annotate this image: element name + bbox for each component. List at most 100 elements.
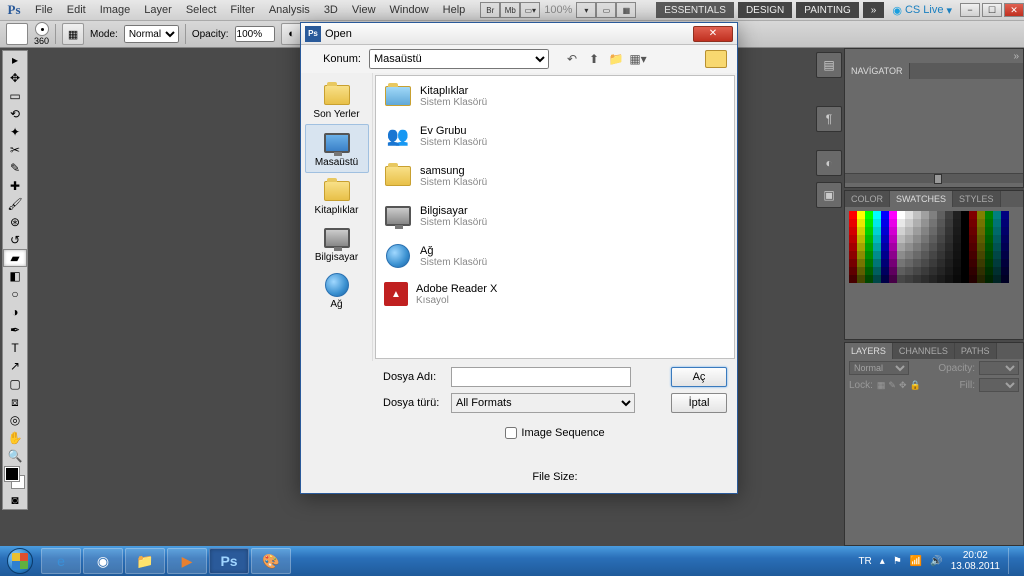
layer-fill-input[interactable]: [979, 378, 1019, 392]
history-brush-tool-icon[interactable]: ↺: [3, 231, 27, 249]
navigator-zoom-slider[interactable]: [845, 173, 1023, 183]
task-chrome[interactable]: ◉: [83, 548, 123, 574]
workspace-essentials[interactable]: ESSENTIALS: [656, 2, 734, 18]
color-swatches[interactable]: [3, 465, 27, 491]
lock-position-icon[interactable]: ✥: [899, 380, 907, 391]
lock-pixels-icon[interactable]: ✎: [888, 380, 896, 391]
collapse-toolbox-icon[interactable]: ▸: [3, 51, 27, 69]
list-item[interactable]: ▲ Adobe Reader XKısayol: [376, 276, 734, 312]
eyedropper-tool-icon[interactable]: ✎: [3, 159, 27, 177]
swatches-tab[interactable]: SWATCHES: [890, 191, 953, 207]
layers-tab[interactable]: LAYERS: [845, 343, 893, 359]
menu-filter[interactable]: Filter: [223, 4, 261, 16]
zoom-level[interactable]: 100%: [540, 4, 576, 16]
screenmode-icon[interactable]: ▭▾: [520, 2, 540, 18]
lock-transparency-icon[interactable]: ▦: [877, 380, 886, 391]
brush-panel-icon[interactable]: ▦: [62, 23, 84, 45]
list-item[interactable]: samsungSistem Klasörü: [376, 156, 734, 196]
lasso-tool-icon[interactable]: ⟲: [3, 105, 27, 123]
mini-character-icon[interactable]: ¶: [816, 106, 842, 132]
tray-volume-icon[interactable]: 🔊: [930, 556, 942, 567]
bridge-icon[interactable]: Br: [480, 2, 500, 18]
menu-window[interactable]: Window: [383, 4, 436, 16]
opacity-input[interactable]: [235, 26, 275, 42]
window-minimize-icon[interactable]: −: [960, 3, 980, 17]
foreground-swatch[interactable]: [5, 467, 19, 481]
mini-histogram-icon[interactable]: ▤: [816, 52, 842, 78]
workspace-painting[interactable]: PAINTING: [796, 2, 858, 18]
back-icon[interactable]: ↶: [563, 50, 581, 68]
place-computer[interactable]: Bilgisayar: [305, 220, 369, 267]
cancel-button[interactable]: İptal: [671, 393, 727, 413]
menu-analysis[interactable]: Analysis: [262, 4, 317, 16]
stamp-tool-icon[interactable]: ⊛: [3, 213, 27, 231]
camera-tool-icon[interactable]: ◎: [3, 411, 27, 429]
task-paint[interactable]: 🎨: [251, 548, 291, 574]
color-tab[interactable]: COLOR: [845, 191, 890, 207]
wand-tool-icon[interactable]: ✦: [3, 123, 27, 141]
blend-mode-select[interactable]: Normal: [124, 25, 179, 43]
layer-opacity-input[interactable]: [979, 361, 1019, 375]
3d-tool-icon[interactable]: ⧈: [3, 393, 27, 411]
place-network[interactable]: Ağ: [305, 267, 369, 314]
mini-masks-icon[interactable]: ▣: [816, 182, 842, 208]
window-close-icon[interactable]: ✕: [1004, 3, 1024, 17]
paths-tab[interactable]: PATHS: [955, 343, 997, 359]
arrange-icon[interactable]: ▭: [596, 2, 616, 18]
menu-3d[interactable]: 3D: [317, 4, 345, 16]
task-explorer[interactable]: 📁: [125, 548, 165, 574]
menu-select[interactable]: Select: [179, 4, 224, 16]
panel-collapse-arrows-icon[interactable]: »: [845, 49, 1023, 63]
dialog-close-icon[interactable]: ✕: [693, 26, 733, 42]
hand-tool-icon[interactable]: ✋: [3, 429, 27, 447]
eraser-tool-icon[interactable]: ▰: [3, 249, 27, 267]
file-list[interactable]: KitaplıklarSistem Klasörü 👥 Ev GrubuSist…: [375, 75, 735, 359]
brush-tool-icon[interactable]: 🖌: [3, 195, 27, 213]
brush-preset-picker[interactable]: 360: [34, 22, 49, 46]
cs-live-button[interactable]: ◉CS Live▾: [886, 4, 958, 17]
filetype-select[interactable]: All Formats: [451, 393, 635, 413]
gradient-tool-icon[interactable]: ◧: [3, 267, 27, 285]
show-desktop-button[interactable]: [1008, 548, 1016, 574]
crop-tool-icon[interactable]: ✂: [3, 141, 27, 159]
zoom-dropdown-icon[interactable]: ▾: [576, 2, 596, 18]
tray-network-icon[interactable]: 📶: [910, 556, 922, 567]
list-item[interactable]: 👥 Ev GrubuSistem Klasörü: [376, 116, 734, 156]
navigator-tab[interactable]: NAVİGATOR: [845, 63, 910, 79]
workspace-design[interactable]: DESIGN: [738, 2, 792, 18]
image-sequence-checkbox[interactable]: [505, 427, 517, 439]
list-item[interactable]: KitaplıklarSistem Klasörü: [376, 76, 734, 116]
task-photoshop[interactable]: Ps: [209, 548, 249, 574]
extras-icon[interactable]: ▦: [616, 2, 636, 18]
pen-tool-icon[interactable]: ✒: [3, 321, 27, 339]
view-menu-icon[interactable]: ▦▾: [629, 50, 647, 68]
place-libraries[interactable]: Kitaplıklar: [305, 173, 369, 220]
zoom-tool-icon[interactable]: 🔍: [3, 447, 27, 465]
tray-lang[interactable]: TR: [858, 556, 871, 567]
workspace-more[interactable]: »: [863, 2, 885, 18]
channels-tab[interactable]: CHANNELS: [893, 343, 955, 359]
quickmask-icon[interactable]: ◙: [3, 491, 27, 509]
marquee-tool-icon[interactable]: ▭: [3, 87, 27, 105]
type-tool-icon[interactable]: T: [3, 339, 27, 357]
layer-blend-mode-select[interactable]: Normal: [849, 361, 909, 375]
task-mediaplayer[interactable]: ▶: [167, 548, 207, 574]
mini-adjustments-icon[interactable]: ◐: [816, 150, 842, 176]
menu-view[interactable]: View: [345, 4, 383, 16]
location-select[interactable]: Masaüstü: [369, 49, 549, 69]
open-button[interactable]: Aç: [671, 367, 727, 387]
start-button[interactable]: [0, 546, 40, 576]
dialog-titlebar[interactable]: Ps Open ✕: [301, 23, 737, 45]
menu-file[interactable]: File: [28, 4, 60, 16]
path-tool-icon[interactable]: ↗: [3, 357, 27, 375]
list-item[interactable]: AğSistem Klasörü: [376, 236, 734, 276]
healing-tool-icon[interactable]: ✚: [3, 177, 27, 195]
menu-layer[interactable]: Layer: [137, 4, 179, 16]
favorites-icon[interactable]: [705, 50, 727, 68]
tray-clock[interactable]: 20:02 13.08.2011: [951, 550, 1000, 572]
filename-input[interactable]: [451, 367, 631, 387]
tray-flag-icon[interactable]: ⚑: [893, 556, 902, 567]
styles-tab[interactable]: STYLES: [953, 191, 1001, 207]
lock-all-icon[interactable]: 🔒: [910, 380, 921, 391]
menu-edit[interactable]: Edit: [60, 4, 93, 16]
